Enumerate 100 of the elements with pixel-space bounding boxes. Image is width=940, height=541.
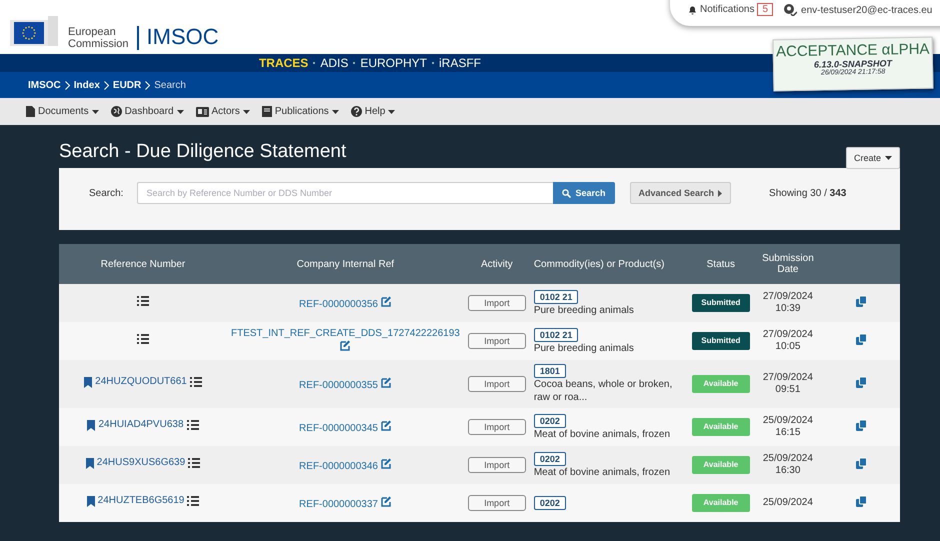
help-icon (350, 106, 362, 117)
book-icon (262, 106, 272, 117)
commodity-description: Pure breeding animals (534, 304, 635, 316)
system-link[interactable]: ADIS (320, 56, 348, 70)
commodity-description: Meat of bovine animals, frozen (534, 466, 672, 478)
list-icon[interactable] (190, 377, 202, 388)
column-header: Company Internal Ref (227, 244, 464, 284)
column-header: Commodity(ies) or Product(s) (530, 244, 688, 284)
commodity-code: 0202 (534, 496, 566, 510)
bookmark-icon (87, 420, 96, 431)
commodity-description: Pure breeding animals (534, 342, 635, 354)
version-label: 6.13.0-SNAPSHOT (812, 58, 894, 70)
submission-date: 27/09/2024 10:39 (762, 291, 813, 314)
search-icon (562, 188, 572, 198)
list-icon[interactable] (186, 420, 199, 430)
edit-icon[interactable] (380, 496, 392, 506)
user-email[interactable]: env-testuser20@ec-traces.eu (801, 4, 932, 16)
chevron-icon (104, 80, 109, 90)
organization-name: European Commission (68, 26, 139, 50)
status-badge: Available (692, 456, 750, 474)
company-ref-link[interactable]: REF-0000000355 (299, 380, 378, 390)
caret-icon (388, 110, 396, 114)
reference-link[interactable]: 24HUZTEB6G5619 (98, 495, 184, 508)
activity-button[interactable]: Import (468, 295, 526, 311)
company-ref-link[interactable]: REF-0000000346 (299, 460, 378, 472)
document-icon (26, 106, 35, 117)
id-card-icon (196, 106, 208, 116)
advanced-search-button[interactable]: Advanced Search (630, 182, 732, 204)
search-field[interactable]: Search by Reference Number or DDS Number (137, 182, 554, 204)
menu-item[interactable]: Publications (262, 106, 339, 117)
status-badge: Available (692, 494, 750, 512)
system-link[interactable]: iRASFF (439, 56, 482, 70)
menu-item[interactable]: Documents (26, 106, 99, 117)
create-button[interactable]: Create (846, 147, 900, 169)
company-ref-link[interactable]: REF-0000000356 (299, 298, 378, 310)
list-icon[interactable] (187, 496, 200, 506)
caret-icon (885, 156, 892, 160)
copy-icon[interactable] (856, 376, 866, 388)
company-ref-link[interactable]: REF-0000000337 (299, 498, 378, 510)
results-count: Showing 30 / 343 (769, 188, 846, 198)
breadcrumb-link[interactable]: EUDR (112, 80, 142, 90)
submission-date: 25/09/2024 (762, 497, 813, 508)
bookmark-icon (84, 376, 92, 388)
submission-date: 27/09/2024 10:05 (762, 329, 813, 352)
bookmark-icon (86, 496, 95, 507)
column-header: Activity (464, 244, 530, 284)
status-badge: Submitted (692, 294, 750, 312)
copy-icon[interactable] (856, 458, 866, 468)
reference-link[interactable]: 24HUZQUODUT661 (95, 376, 187, 388)
submission-date: 27/09/2024 09:51 (762, 372, 813, 395)
search-label: Search: (89, 188, 124, 198)
list-icon[interactable] (188, 458, 200, 468)
breadcrumb-link[interactable]: Index (74, 80, 100, 90)
edit-icon[interactable] (380, 458, 392, 468)
commodity-code: 0202 (534, 452, 566, 466)
commodity-description: Cocoa beans, whole or broken, raw or roa... (534, 378, 674, 404)
reference-link[interactable]: 24HUIAD4PVU638 (98, 419, 184, 432)
page-title: Search - Due Diligence Statement (59, 141, 346, 163)
activity-button[interactable]: Import (468, 376, 526, 392)
company-ref-link[interactable]: REF-0000000345 (299, 422, 378, 434)
chevron-icon (64, 80, 70, 90)
search-button[interactable]: Search (553, 182, 614, 204)
activity-button[interactable]: Import (468, 419, 526, 435)
copy-icon[interactable] (856, 496, 866, 506)
edit-icon[interactable] (380, 376, 392, 388)
copy-icon[interactable] (856, 296, 866, 306)
environment-name: ACCEPTANCE αLPHA (774, 40, 931, 60)
copy-icon[interactable] (856, 420, 866, 430)
list-icon[interactable] (137, 296, 149, 306)
commodity-code: 0102 21 (534, 290, 578, 304)
activity-button[interactable]: Import (468, 457, 526, 473)
app-name: IMSOC (146, 24, 219, 50)
caret-icon (92, 110, 99, 114)
menu-item[interactable]: Dashboard (110, 106, 184, 117)
menu-item[interactable]: Actors (196, 106, 250, 117)
submission-date: 25/09/2024 16:30 (762, 453, 813, 476)
caret-icon (332, 110, 339, 114)
status-badge: Available (692, 375, 750, 393)
edit-icon[interactable] (380, 296, 392, 306)
edit-icon[interactable] (340, 340, 351, 350)
notifications-link[interactable]: Notifications (700, 4, 754, 15)
commodity-code: 1801 (534, 364, 566, 378)
breadcrumb-link[interactable]: IMSOC (28, 80, 61, 90)
column-header: Status (688, 244, 754, 284)
activity-button[interactable]: Import (468, 495, 526, 511)
edit-icon[interactable] (380, 420, 392, 430)
activity-button[interactable]: Import (468, 333, 526, 349)
commodity-code: 0102 21 (534, 328, 578, 342)
submission-date: 25/09/2024 16:15 (762, 415, 813, 438)
system-link[interactable]: EUROPHYT (360, 56, 428, 70)
globe-icon (110, 106, 122, 117)
commodity-description: Meat of bovine animals, frozen (534, 428, 672, 440)
reference-link[interactable]: 24HUS9XUS6G639 (96, 457, 186, 470)
copy-icon[interactable] (856, 334, 866, 344)
user-check-icon (783, 4, 798, 16)
system-link[interactable]: TRACES (258, 56, 308, 70)
menu-item[interactable]: Help (350, 106, 396, 117)
commodity-code: 0202 (534, 414, 566, 428)
column-header: Submission Date (754, 244, 822, 284)
list-icon[interactable] (137, 334, 149, 344)
